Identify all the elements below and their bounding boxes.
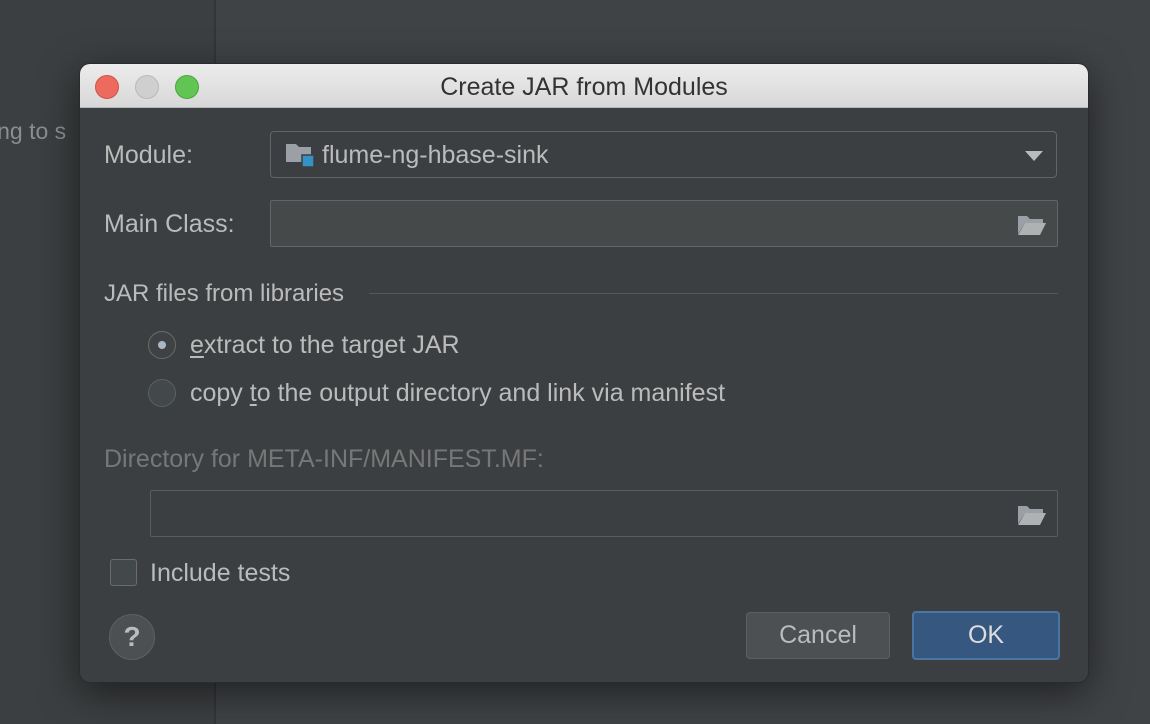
module-selected-value: flume-ng-hbase-sink <box>322 141 549 169</box>
chevron-down-icon[interactable] <box>1025 151 1043 161</box>
module-combobox[interactable]: flume-ng-hbase-sink <box>270 131 1057 178</box>
copy-radio-label[interactable]: copy to the output directory and link vi… <box>190 379 725 408</box>
extract-mnemonic: e <box>190 331 204 359</box>
folder-open-icon[interactable] <box>1017 213 1047 237</box>
module-label: Module: <box>104 141 193 169</box>
ok-button[interactable]: OK <box>912 611 1060 660</box>
title-bar: Create JAR from Modules <box>80 64 1088 108</box>
help-button[interactable]: ? <box>109 614 155 660</box>
extract-radio[interactable] <box>148 331 176 359</box>
extract-radio-label[interactable]: extract to the target JAR <box>190 331 460 360</box>
copy-mnemonic: t <box>249 379 257 407</box>
module-folder-icon <box>286 144 315 168</box>
section-separator <box>369 293 1058 294</box>
libraries-section-label: JAR files from libraries <box>104 280 345 307</box>
cancel-button[interactable]: Cancel <box>746 612 890 659</box>
create-jar-dialog: Create JAR from Modules Module: flume-ng… <box>80 64 1088 682</box>
dialog-title: Create JAR from Modules <box>440 73 728 101</box>
main-class-field[interactable] <box>270 200 1058 247</box>
folder-open-icon[interactable] <box>1017 503 1047 527</box>
include-tests-label[interactable]: Include tests <box>150 559 290 588</box>
main-class-label: Main Class: <box>104 210 235 238</box>
include-tests-checkbox[interactable] <box>110 559 137 586</box>
manifest-dir-field[interactable] <box>150 490 1058 537</box>
copy-radio[interactable] <box>148 379 176 407</box>
manifest-dir-label: Directory for META-INF/MANIFEST.MF: <box>104 445 544 473</box>
background-partial-text: ing to s <box>0 118 67 144</box>
